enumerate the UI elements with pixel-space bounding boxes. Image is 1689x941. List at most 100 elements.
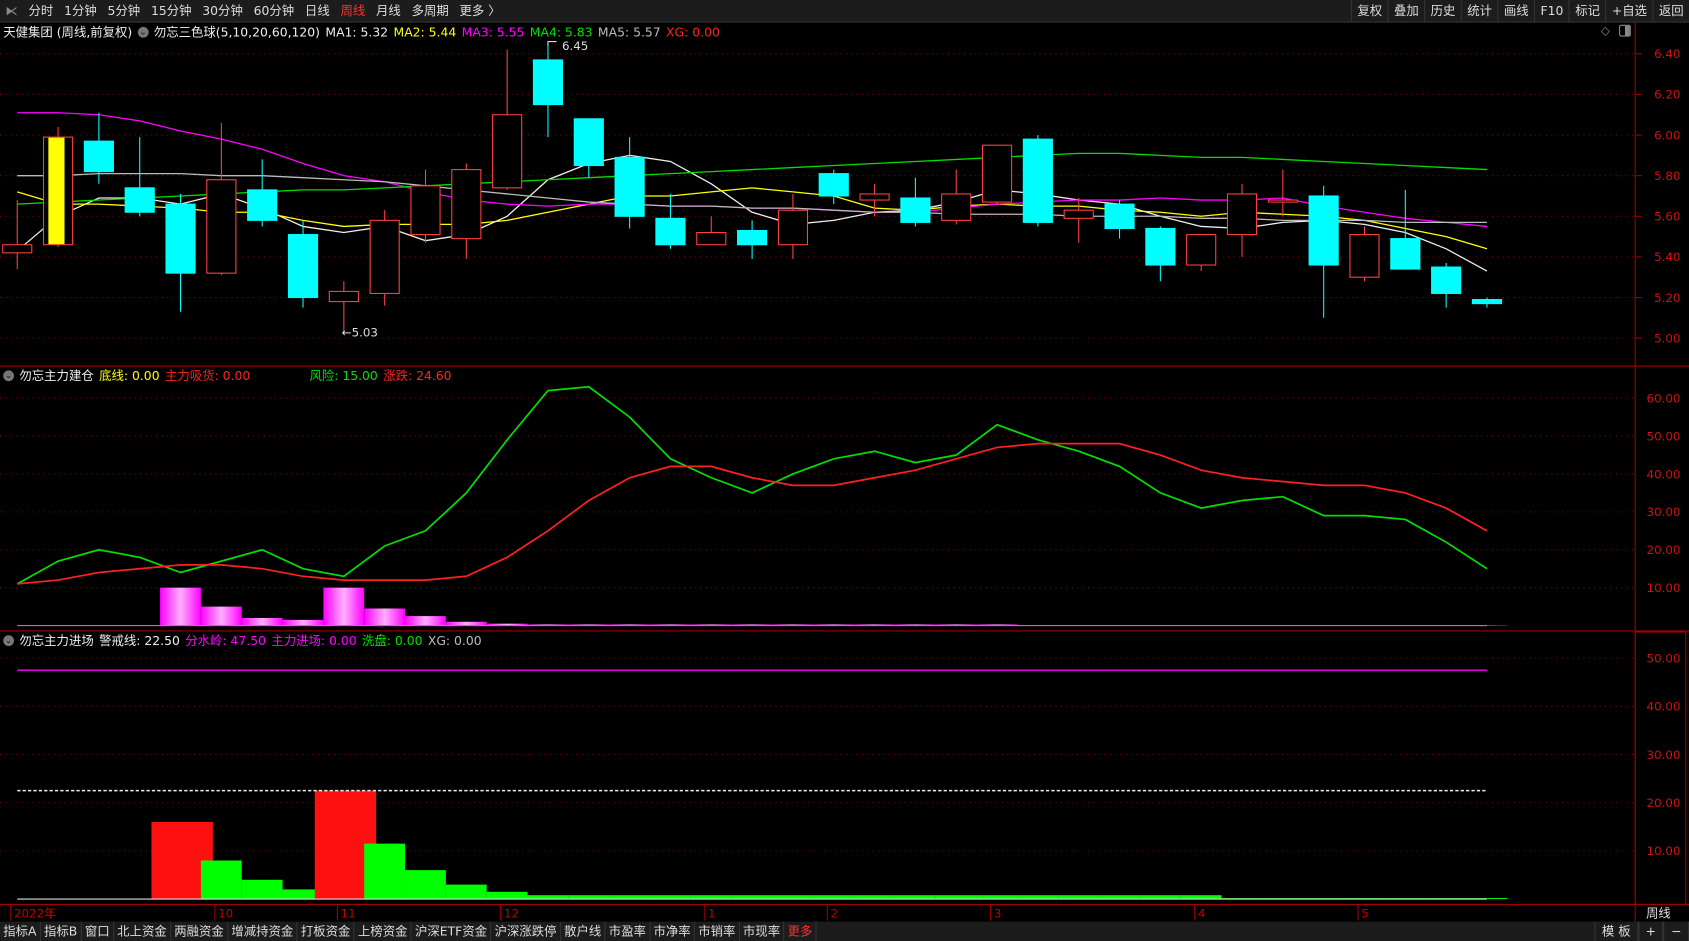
tab-period[interactable]: 分时 [23,2,59,19]
bottom-right-button[interactable]: + [1638,921,1664,941]
candle[interactable] [777,193,809,259]
tab-period[interactable]: 日线 [300,2,336,19]
bottom-right-button[interactable]: 模 板 [1594,921,1639,941]
bottom-tab[interactable]: 上榜资金 [355,921,412,941]
bottom-tab[interactable]: 两融资金 [171,921,229,941]
panel3-title[interactable]: 勿忘主力进场 [19,632,93,649]
bottom-tab[interactable]: 市销率 [695,921,740,941]
entry-bar [1058,895,1100,900]
bottom-tab[interactable]: 打板资金 [298,921,355,941]
tab-period[interactable]: 1分钟 [59,2,102,19]
bottom-tab[interactable]: 市现率 [740,921,785,941]
candle[interactable] [941,169,972,225]
candle[interactable] [410,169,441,243]
candle[interactable] [1104,200,1135,239]
tab-period[interactable]: 更多 〉 [454,2,506,19]
candle[interactable] [2,200,33,270]
tab-period[interactable]: 多周期 [406,2,454,19]
bottom-tab[interactable]: 更多 [784,921,817,941]
bottom-tab[interactable]: 北上资金 [114,921,172,941]
bottom-tab[interactable]: 沪深涨跌停 [491,921,561,941]
toolbar-right-buttons: 复权 叠加 历史 统计 画线 F10 标记 +自选 返回 [1350,0,1689,22]
toolbar-button[interactable]: F10 [1534,0,1569,22]
panel3-axis-label: 40.00 [1647,700,1681,714]
candle[interactable] [206,122,237,276]
tab-period[interactable]: 月线 [371,2,407,19]
candle[interactable] [1186,234,1217,272]
candle[interactable] [900,177,931,227]
tab-period[interactable]: 5分钟 [102,2,145,19]
candle[interactable] [1471,297,1503,308]
bottom-tab[interactable]: 指标A [0,921,41,941]
chart-canvas[interactable]: 6.40 6.20 6.00 5.80 5.60 5.40 5.20 5.00 6.45 ←5.0… [0,0,1689,941]
candle[interactable] [1390,189,1421,270]
diamond-icon[interactable]: ◇ [1601,24,1610,38]
tab-period[interactable]: 60分钟 [248,2,299,19]
candle[interactable] [287,220,319,308]
bottom-right-button[interactable]: − [1663,921,1689,941]
candle[interactable] [573,118,604,178]
candle[interactable] [1431,262,1462,308]
stock-title: 天健集团 (周线,前复权) [3,24,133,40]
bottom-tab[interactable]: 窗口 [82,921,114,941]
toolbar-button[interactable]: 标记 [1568,0,1606,22]
candle[interactable] [492,49,523,190]
indicator-name[interactable]: 勿忘三色球(5,10,20,60,120) [154,24,320,41]
bottom-tab[interactable]: 指标B [41,921,82,941]
date-label: 1 [708,906,716,920]
candle[interactable] [165,193,196,312]
candle[interactable] [696,216,727,246]
panel2-axis-label: 60.00 [1647,391,1681,405]
candle[interactable] [124,137,155,217]
entry-bar [445,884,487,900]
bottom-tab[interactable]: 散户线 [561,921,606,941]
candle[interactable] [369,210,400,306]
entry-bar [1139,895,1181,900]
accumulation-bar [241,617,283,626]
toolbar-button[interactable]: 返回 [1652,0,1689,22]
candle[interactable] [1267,169,1298,217]
bottom-tab[interactable]: 市净率 [650,921,695,941]
tab-period[interactable]: 15分钟 [146,2,197,19]
entry-bar [690,895,732,900]
candle[interactable] [1063,198,1094,243]
date-label: 2022年 [14,906,56,920]
panel2-title[interactable]: 勿忘主力建仓 [19,367,93,384]
tab-period[interactable]: 周线 [335,2,371,19]
entry-bar [854,895,895,900]
toolbar-button[interactable]: 统计 [1460,0,1498,22]
toolbar-button[interactable]: 复权 [1350,0,1388,22]
date-label: 3 [994,906,1002,920]
candle[interactable] [247,159,278,227]
toolbar-button[interactable]: 画线 [1497,0,1534,22]
panel2-toggle-icon[interactable]: ⌄ [3,370,15,382]
candle[interactable] [1145,226,1176,282]
price-axis-label: 5.60 [1654,210,1680,224]
candle[interactable] [614,137,645,229]
toolbar-button[interactable]: 历史 [1424,0,1461,22]
bottom-tab[interactable]: 沪深ETF资金 [412,921,492,941]
date-label: 4 [1198,906,1206,920]
candle[interactable] [451,163,482,259]
candle[interactable] [532,43,564,138]
indicator-toggle-icon[interactable]: ⌄ [137,26,149,38]
candle[interactable] [42,126,74,247]
candle[interactable] [1349,226,1380,282]
toolbar-button[interactable]: 叠加 [1387,0,1425,22]
tab-period[interactable]: 30分钟 [197,2,248,19]
price-axis-label: 5.40 [1654,250,1680,264]
candle[interactable] [1308,185,1339,318]
candle[interactable] [655,193,686,249]
panel3-toggle-icon[interactable]: ⌄ [3,635,15,647]
candle[interactable] [1226,183,1258,257]
entry-bar [1180,895,1222,900]
toolbar-button[interactable]: +自选 [1605,0,1652,22]
panel-layout-icon[interactable] [1619,24,1631,37]
candle[interactable] [737,220,768,259]
bottom-tab[interactable]: 增减持资金 [228,921,298,941]
collapse-icon[interactable]: ⧔ [0,3,23,18]
entry-bar [486,891,528,900]
candle[interactable] [981,144,1013,205]
bottom-tab[interactable]: 市盈率 [606,921,651,941]
candle[interactable] [1022,135,1053,227]
